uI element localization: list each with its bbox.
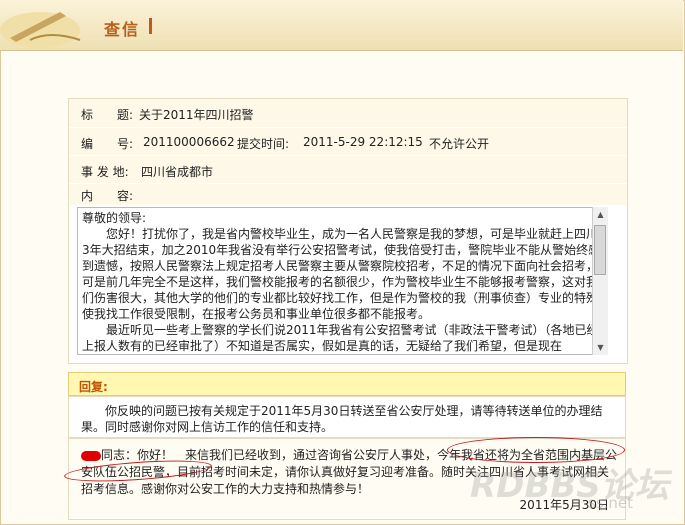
content-paragraph-2: 最近听见一些考上警察的学长们说2011年我省有公安招警考试（非政法干警考试）（各… bbox=[82, 323, 599, 353]
title-row: 标 题: 关于2011年四川招警 bbox=[69, 99, 627, 128]
page-title: 查信 bbox=[104, 20, 141, 39]
number-label: 编 号: bbox=[81, 137, 134, 151]
content-row: 内 容: bbox=[69, 184, 627, 206]
submit-time-value: 2011-5-29 22:12:15 bbox=[303, 135, 423, 149]
location-label: 事 发 地: bbox=[81, 165, 129, 179]
scroll-down-icon[interactable]: ▼ bbox=[595, 342, 606, 353]
scroll-up-icon[interactable]: ▲ bbox=[595, 209, 606, 220]
redacted-name-mark bbox=[81, 450, 101, 461]
submit-time-label: 提交时间: bbox=[237, 137, 290, 151]
watermark-logo: RDBBS论坛 bbox=[470, 466, 669, 506]
scrollbar-thumb[interactable] bbox=[594, 225, 606, 275]
public-status: 不允许公开 bbox=[429, 137, 490, 151]
location-row: 事 发 地: 四川省成都市 bbox=[69, 156, 627, 184]
reply-text-1: 你反映的问题已按有关规定于2011年5月30日转送至省公安厅处理，请等待转送单位… bbox=[68, 396, 626, 438]
content-scrollbar[interactable]: ▲ ▼ bbox=[592, 207, 608, 355]
title-label: 标 题: bbox=[81, 108, 134, 122]
reply-label: 回复: bbox=[79, 380, 108, 394]
header-bar: 查信 bbox=[0, 0, 683, 51]
watermark-url: ss.net bbox=[588, 494, 634, 512]
content-label: 内 容: bbox=[81, 189, 134, 203]
title-value: 关于2011年四川招警 bbox=[139, 108, 254, 122]
content-textarea[interactable]: 尊敬的领导: 您好！打扰你了，我是省内警校毕业生，成为一名人民警察是我的梦想，可… bbox=[77, 207, 607, 355]
title-divider bbox=[149, 18, 152, 34]
content-greeting: 尊敬的领导: bbox=[82, 211, 147, 225]
location-value: 四川省成都市 bbox=[141, 165, 214, 179]
number-value: 201100006662 bbox=[143, 135, 235, 149]
content-paragraph-1: 您好！打扰你了，我是省内警校毕业生，成为一名人民警察是我的梦想，可是毕业就赶上四… bbox=[82, 227, 601, 321]
letter-panel: 标 题: 关于2011年四川招警 编 号: 201100006662 提交时间:… bbox=[68, 98, 628, 364]
pen-decoration-icon bbox=[0, 12, 81, 48]
reply-header: 回复: bbox=[68, 372, 626, 396]
number-row: 编 号: 201100006662 提交时间: 2011-5-29 22:12:… bbox=[69, 128, 627, 156]
